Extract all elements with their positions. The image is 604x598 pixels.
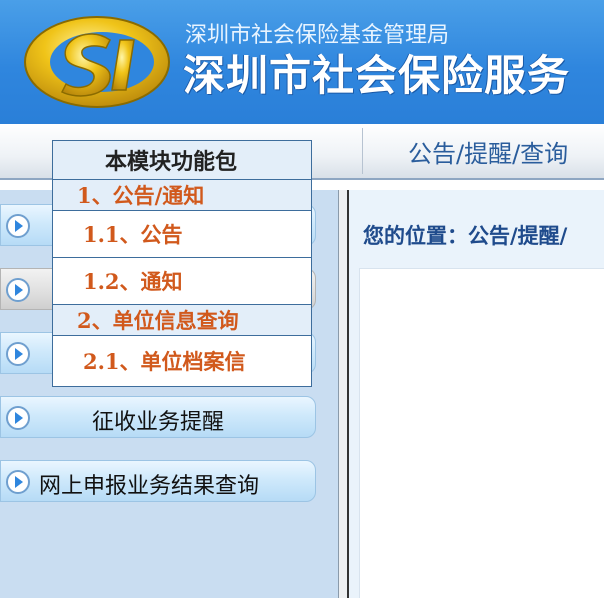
nav-separator — [362, 128, 363, 174]
table-item-row: 1.2、通知 — [52, 257, 312, 305]
play-arrow-icon — [6, 470, 30, 494]
content-panel — [359, 268, 604, 598]
breadcrumb-label: 您的位置： — [363, 224, 468, 248]
table-item-row: 1.1、公告 — [52, 210, 312, 258]
table-item-row: 2.1、单位档案信 — [52, 335, 312, 387]
csi-logo-icon — [24, 16, 170, 108]
tab-notice-reminder-query[interactable]: 公告/提醒/查询 — [408, 134, 568, 169]
sidebar-item-label: 网上申报业务结果查询 — [39, 474, 260, 499]
table-section-row: 2、单位信息查询 — [52, 304, 312, 336]
header-banner: 深圳市社会保险基金管理局 深圳市社会保险服务 — [0, 0, 604, 124]
table-section-row: 1、公告/通知 — [52, 179, 312, 211]
breadcrumb-path: 公告/提醒/ — [468, 224, 568, 248]
frame-divider[interactable] — [338, 190, 349, 598]
sidebar-item-collection-reminder[interactable]: 征收业务提醒 — [0, 396, 316, 438]
sidebar-item-label: 征收业务提醒 — [91, 410, 224, 435]
breadcrumb: 您的位置：公告/提醒/ — [363, 220, 567, 250]
table-header: 本模块功能包 — [52, 140, 312, 180]
sidebar-item-online-declaration-results[interactable]: 网上申报业务结果查询 — [0, 460, 316, 502]
header-title: 深圳市社会保险服务 — [183, 51, 571, 100]
main-content: 您的位置：公告/提醒/ — [349, 190, 604, 598]
module-function-table: 本模块功能包 1、公告/通知 1.1、公告 1.2、通知 2、单位信息查询 2.… — [52, 140, 312, 387]
